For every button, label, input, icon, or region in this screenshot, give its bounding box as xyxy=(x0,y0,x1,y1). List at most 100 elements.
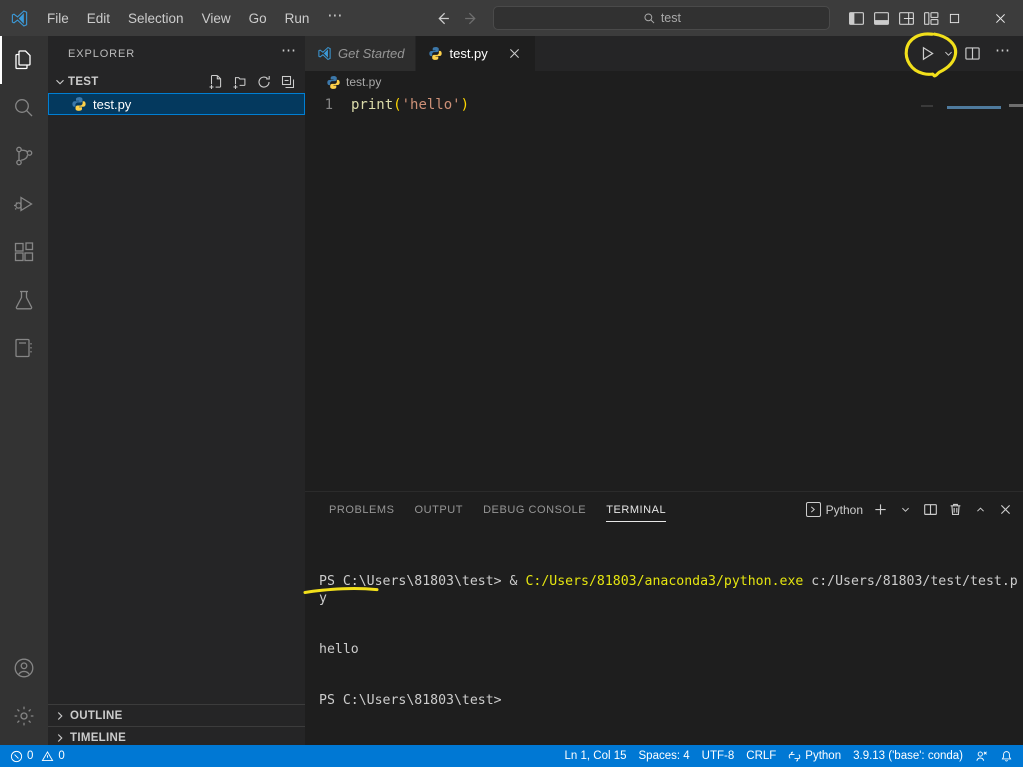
new-file-icon[interactable] xyxy=(206,73,225,92)
minimize-button[interactable] xyxy=(885,0,931,36)
sidebar-item-testing[interactable] xyxy=(0,276,48,324)
menu-more[interactable]: ⋯ xyxy=(318,3,352,33)
new-terminal-icon[interactable] xyxy=(869,498,892,521)
tab-test-py[interactable]: test.py xyxy=(416,36,536,71)
arrow-left-icon[interactable] xyxy=(434,10,451,27)
menu-selection[interactable]: Selection xyxy=(119,6,193,31)
sidebar-item-notebook[interactable] xyxy=(0,324,48,372)
code-editor[interactable]: 1 print('hello') xyxy=(305,96,1023,494)
command-center-value: test xyxy=(660,11,681,25)
terminal-output[interactable]: PS C:\Users\81803\test> & C:/Users/81803… xyxy=(305,527,1023,743)
run-python-file-button[interactable] xyxy=(913,40,941,68)
status-encoding[interactable]: UTF-8 xyxy=(696,745,741,767)
terminal-icon xyxy=(805,502,821,517)
breadcrumb-label: test.py xyxy=(346,75,382,89)
minimap-gutter-mark xyxy=(921,105,933,107)
run-button-group[interactable] xyxy=(913,40,955,68)
overview-ruler-mark xyxy=(1009,104,1023,107)
menu-run[interactable]: Run xyxy=(276,6,319,31)
vscode-logo xyxy=(316,46,332,62)
python-file-icon xyxy=(72,97,86,111)
minimap[interactable] xyxy=(921,96,1009,494)
sidebar-more-actions[interactable]: ⋯ xyxy=(281,41,297,67)
split-editor-icon[interactable] xyxy=(958,40,986,68)
status-badge-problems[interactable]: 0 0 xyxy=(4,745,71,767)
split-terminal-icon[interactable] xyxy=(919,498,942,521)
notebook-icon xyxy=(15,338,32,358)
terminal-output-hello: hello xyxy=(319,642,359,657)
tab-get-started[interactable]: Get Started xyxy=(305,36,417,71)
status-python-interpreter[interactable]: 3.9.13 ('base': conda) xyxy=(847,745,969,767)
close-button[interactable] xyxy=(977,0,1023,36)
trash-icon[interactable] xyxy=(944,498,967,521)
chevron-up-icon[interactable] xyxy=(969,498,992,521)
more-actions-icon[interactable]: ⋯ xyxy=(989,40,1017,68)
token-string: 'hello' xyxy=(401,97,461,113)
sidebar-item-explorer[interactable] xyxy=(0,36,48,84)
sidebar-item-source-control[interactable] xyxy=(0,132,48,180)
terminal-prompt: PS C:\Users\81803\test> & xyxy=(319,574,526,589)
status-language-mode[interactable]: Python xyxy=(782,745,847,767)
sidebar-item-accounts[interactable] xyxy=(0,644,48,692)
section-timeline-label: TIMELINE xyxy=(70,731,127,744)
chevron-down-icon xyxy=(52,74,68,90)
status-editor-position[interactable]: Ln 1, Col 15 xyxy=(559,745,633,767)
close-panel-icon[interactable] xyxy=(994,498,1017,521)
collapse-all-icon[interactable] xyxy=(278,73,297,92)
sidebar-item-settings[interactable] xyxy=(0,692,48,740)
maximize-button[interactable] xyxy=(931,0,977,36)
menu-view[interactable]: View xyxy=(193,6,240,31)
menu-edit[interactable]: Edit xyxy=(78,6,119,31)
sidebar-item-extensions[interactable] xyxy=(0,228,48,276)
error-count: 0 xyxy=(27,750,34,762)
explorer-sidebar: EXPLORER ⋯ TEST test.py OUTLINE TIMELINE xyxy=(48,36,305,748)
error-icon xyxy=(10,750,23,762)
sidebar-header: EXPLORER ⋯ xyxy=(48,36,305,71)
terminal-profile-selector[interactable]: Python xyxy=(802,502,867,517)
arrow-right-icon[interactable] xyxy=(463,10,480,27)
search-icon xyxy=(644,12,655,23)
code-content: print('hello') xyxy=(351,96,469,115)
python-lang-icon xyxy=(789,751,801,761)
command-center-search[interactable]: test xyxy=(493,6,831,30)
tab-output[interactable]: OUTPUT xyxy=(405,492,474,527)
new-folder-icon[interactable] xyxy=(230,73,249,92)
warning-count: 0 xyxy=(58,750,65,762)
status-bar-right: Ln 1, Col 15 Spaces: 4 UTF-8 CRLF Python… xyxy=(559,745,1023,767)
sidebar-item-search[interactable] xyxy=(0,84,48,132)
status-bar-left: 0 0 xyxy=(0,745,71,767)
section-outline-label: OUTLINE xyxy=(70,709,123,722)
folder-test-header[interactable]: TEST xyxy=(48,71,305,93)
token-open-paren: ( xyxy=(393,97,402,113)
tab-problems[interactable]: PROBLEMS xyxy=(319,492,405,527)
title-bar: File Edit Selection View Go Run ⋯ test xyxy=(0,0,1023,36)
editor-scrollbar[interactable] xyxy=(1009,96,1023,494)
minimap-code-line xyxy=(947,106,1001,109)
status-remote-host[interactable] xyxy=(969,745,994,767)
status-indentation[interactable]: Spaces: 4 xyxy=(633,745,696,767)
refresh-icon[interactable] xyxy=(254,73,273,92)
status-eol[interactable]: CRLF xyxy=(740,745,782,767)
menu-file[interactable]: File xyxy=(38,6,78,31)
close-icon[interactable] xyxy=(506,45,524,63)
tab-terminal[interactable]: TERMINAL xyxy=(596,492,676,527)
python-file-icon xyxy=(327,75,340,89)
terminal-prompt-line: PS C:\Users\81803\test> xyxy=(319,693,502,708)
panel-tab-bar: PROBLEMS OUTPUT DEBUG CONSOLE TERMINAL P… xyxy=(305,492,1023,527)
toggle-primary-sidebar-icon[interactable] xyxy=(847,9,866,28)
section-outline[interactable]: OUTLINE xyxy=(48,704,305,726)
menu-go[interactable]: Go xyxy=(240,6,276,31)
chevron-down-icon[interactable] xyxy=(894,498,917,521)
panel-actions: Python xyxy=(802,492,1017,527)
terminal-profile-label: Python xyxy=(825,502,863,517)
file-item-test-py[interactable]: test.py xyxy=(48,93,305,115)
token-function: print xyxy=(351,97,394,113)
chevron-down-icon[interactable] xyxy=(941,40,955,68)
sidebar-item-run-and-debug[interactable] xyxy=(0,180,48,228)
status-bar: 0 0 Ln 1, Col 15 Spaces: 4 UTF-8 CRLF Py… xyxy=(0,745,1023,767)
breadcrumb[interactable]: test.py xyxy=(305,71,1023,93)
tab-label: test.py xyxy=(449,46,488,61)
python-file-icon xyxy=(427,46,443,62)
tab-debug-console[interactable]: DEBUG CONSOLE xyxy=(473,492,596,527)
status-notifications[interactable] xyxy=(994,745,1019,767)
